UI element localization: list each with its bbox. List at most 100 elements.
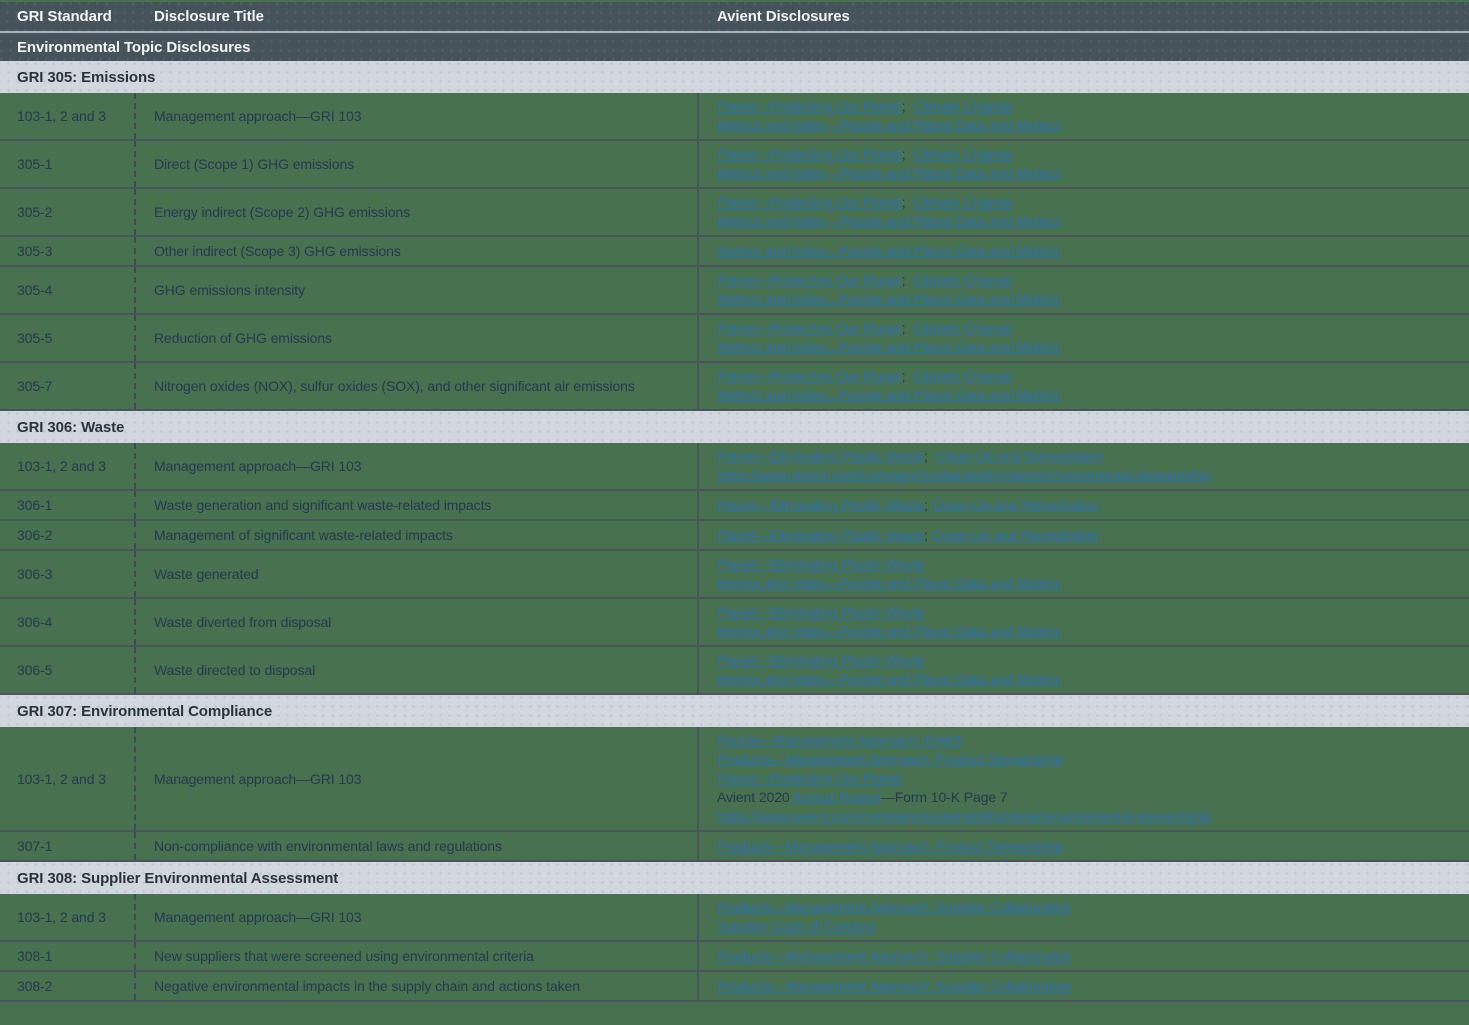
disclosure-link[interactable]: Metrics and Index—People and Planet Data… [717,213,1060,229]
disclosure-link[interactable]: Planet—Eliminating Plastic Waste [717,497,924,513]
disclosure-link[interactable]: Annual Report [793,789,881,805]
disclosure-link[interactable]: Planet—Protecting Our Planet [717,194,902,210]
disclosure-link[interactable]: Planet—Eliminating Plastic Waste [717,652,924,668]
table-row: 103-1, 2 and 3Management approach—GRI 10… [0,443,1469,491]
disclosure-link[interactable]: Products—Management Approach: Product St… [717,751,1063,767]
table-row: 103-1, 2 and 3Management approach—GRI 10… [0,894,1469,942]
avient-disclosures-cell: Products—Management Approach: Supplier C… [697,972,1469,1000]
link-separator-text: —Form 10-K Page 7 [881,789,1008,805]
disclosure-title-cell: Waste generated [134,551,697,597]
disclosure-title-cell: Management approach—GRI 103 [134,443,697,489]
link-separator-text: ; [902,146,913,162]
disclosure-line: Metrics and Index—People and Planet Data… [717,574,1060,593]
gri-standard-cell: 305-1 [0,141,134,187]
avient-disclosures-cell: Planet—Eliminating Plastic Waste; Clean-… [697,443,1469,489]
avient-disclosures-cell: Products—Management Approach: Supplier C… [697,942,1469,970]
disclosure-link[interactable]: Planet—Protecting Our Planet [717,770,902,786]
table-row: 307-1Non-compliance with environmental l… [0,832,1469,862]
disclosure-link[interactable]: Metrics and Index—People and Planet Data… [717,339,1060,355]
disclosure-link[interactable]: People—Management Approach: EH&S [717,732,962,748]
disclosure-line: Planet—Protecting Our Planet [717,769,902,788]
disclosure-link[interactable]: Climate Change [913,98,1012,114]
disclosure-line: Planet—Protecting Our Planet; Climate Ch… [717,193,1012,212]
disclosure-link[interactable]: Climate Change [913,368,1012,384]
gri-standard-cell: 306-3 [0,551,134,597]
disclosure-link[interactable]: Climate Change [913,146,1012,162]
table-row: 306-2Management of significant waste-rel… [0,521,1469,551]
table-row: 103-1, 2 and 3Management approach—GRI 10… [0,727,1469,832]
disclosure-line: Planet—Protecting Our Planet; Climate Ch… [717,97,1012,116]
table-header-row: GRI Standard Disclosure Title Avient Dis… [0,2,1469,31]
disclosure-link[interactable]: Metrics and Index—People and Planet Data… [717,671,1060,687]
disclosure-title-cell: Energy indirect (Scope 2) GHG emissions [134,189,697,235]
disclosure-title-cell: Management of significant waste-related … [134,521,697,549]
avient-disclosures-cell: Planet—Protecting Our Planet; Climate Ch… [697,93,1469,139]
disclosure-link[interactable]: Metrics and Index—People and Planet Data… [717,623,1060,639]
disclosure-link[interactable]: Climate Change [913,272,1012,288]
disclosure-link[interactable]: Planet—Eliminating Plastic Waste [717,556,924,572]
gri-standard-cell: 103-1, 2 and 3 [0,93,134,139]
disclosure-link[interactable]: Planet—Eliminating Plastic Waste [717,604,924,620]
avient-disclosures-cell: Planet—Eliminating Plastic Waste; Clean-… [697,521,1469,549]
disclosure-link[interactable]: Clean-Up and Remediation [932,527,1098,543]
disclosure-link[interactable]: Products—Management Approach: Supplier C… [717,978,1071,994]
disclosure-line: Avient 2020 Annual Report—Form 10-K Page… [717,788,1008,807]
table-body: GRI 305: Emissions103-1, 2 and 3Manageme… [0,61,1469,1002]
disclosure-title-cell: Management approach—GRI 103 [134,727,697,830]
disclosure-link[interactable]: Metrics and Index—People and Planet Data… [717,575,1060,591]
disclosure-line: Planet—Eliminating Plastic Waste [717,555,924,574]
disclosure-link[interactable]: Climate Change [913,320,1012,336]
main-section-header: Environmental Topic Disclosures [0,33,1469,61]
disclosure-line: Products—Management Approach: Product St… [717,750,1063,769]
disclosure-title-cell: Waste directed to disposal [134,647,697,693]
disclosure-line: Metrics and Index—People and Planet Data… [717,212,1060,231]
disclosure-line: Planet—Protecting Our Planet; Climate Ch… [717,367,1012,386]
disclosure-link[interactable]: Metrics and Index—People and Planet Data… [717,291,1060,307]
disclosure-link[interactable]: Metrics and Index—People and Planet Data… [717,117,1060,133]
table-row: 103-1, 2 and 3Management approach—GRI 10… [0,93,1469,141]
table-row: 305-7Nitrogen oxides (NOX), sulfur oxide… [0,363,1469,411]
gri-standard-cell: 307-1 [0,832,134,860]
disclosure-link[interactable]: Metrics and Index—People and Planet Data… [717,165,1060,181]
disclosure-line: Planet—Eliminating Plastic Waste [717,651,924,670]
disclosure-title-cell: Waste generation and significant waste-r… [134,491,697,519]
disclosure-link[interactable]: Planet—Protecting Our Planet [717,368,902,384]
disclosure-link[interactable]: Climate Change [913,194,1012,210]
gri-standard-cell: 308-1 [0,942,134,970]
disclosure-link[interactable]: https://www.avient.com/company/sustainab… [717,808,1210,824]
gri-standard-cell: 305-7 [0,363,134,409]
disclosure-link[interactable]: Metrics and Index—People and Planet Data… [717,387,1060,403]
gri-standard-cell: 306-1 [0,491,134,519]
disclosure-link[interactable]: Planet—Protecting Our Planet [717,98,902,114]
disclosure-link[interactable]: Supplier Code of Conduct [717,918,875,934]
gri-index-table: GRI Standard Disclosure Title Avient Dis… [0,0,1469,1002]
column-header-disclosure-title: Disclosure Title [134,8,697,25]
column-header-avient-disclosures: Avient Disclosures [697,8,1469,25]
disclosure-link[interactable]: Metrics and Index—People and Planet Data… [717,243,1060,259]
disclosure-link[interactable]: Products—Management Approach: Product St… [717,838,1063,854]
disclosure-link[interactable]: Products—Management Approach: Supplier C… [717,899,1071,915]
disclosure-link[interactable]: Clean-Up and Remediation [936,448,1102,464]
gri-standard-cell: 308-2 [0,972,134,1000]
disclosure-line: Planet—Protecting Our Planet; Climate Ch… [717,271,1012,290]
disclosure-line: Planet—Eliminating Plastic Waste [717,603,924,622]
disclosure-link[interactable]: Planet—Protecting Our Planet [717,146,902,162]
disclosure-line: Metrics and Index—People and Planet Data… [717,386,1060,405]
gri-standard-cell: 103-1, 2 and 3 [0,727,134,830]
disclosure-link[interactable]: https://www.avient.com/company/sustainab… [717,467,1210,483]
gri-standard-cell: 305-2 [0,189,134,235]
gri-standard-cell: 305-5 [0,315,134,361]
column-header-gri-standard: GRI Standard [0,8,134,25]
disclosure-link[interactable]: Planet—Protecting Our Planet [717,272,902,288]
link-separator-text: ; [902,368,913,384]
disclosure-link[interactable]: Products—Management Approach: Supplier C… [717,948,1071,964]
disclosure-link[interactable]: Planet—Eliminating Plastic Waste [717,527,924,543]
disclosure-line: Metrics and Index—People and Planet Data… [717,116,1060,135]
avient-disclosures-cell: Planet—Eliminating Plastic Waste Metrics … [697,647,1469,693]
disclosure-link[interactable]: Clean-Up and Remediation [932,497,1098,513]
disclosure-link[interactable]: Planet—Protecting Our Planet [717,320,902,336]
disclosure-link[interactable]: Planet—Eliminating Plastic Waste [717,448,924,464]
gri-standard-cell: 306-2 [0,521,134,549]
disclosure-title-cell: Non-compliance with environmental laws a… [134,832,697,860]
table-row: 306-3Waste generated Planet—Eliminating P… [0,551,1469,599]
